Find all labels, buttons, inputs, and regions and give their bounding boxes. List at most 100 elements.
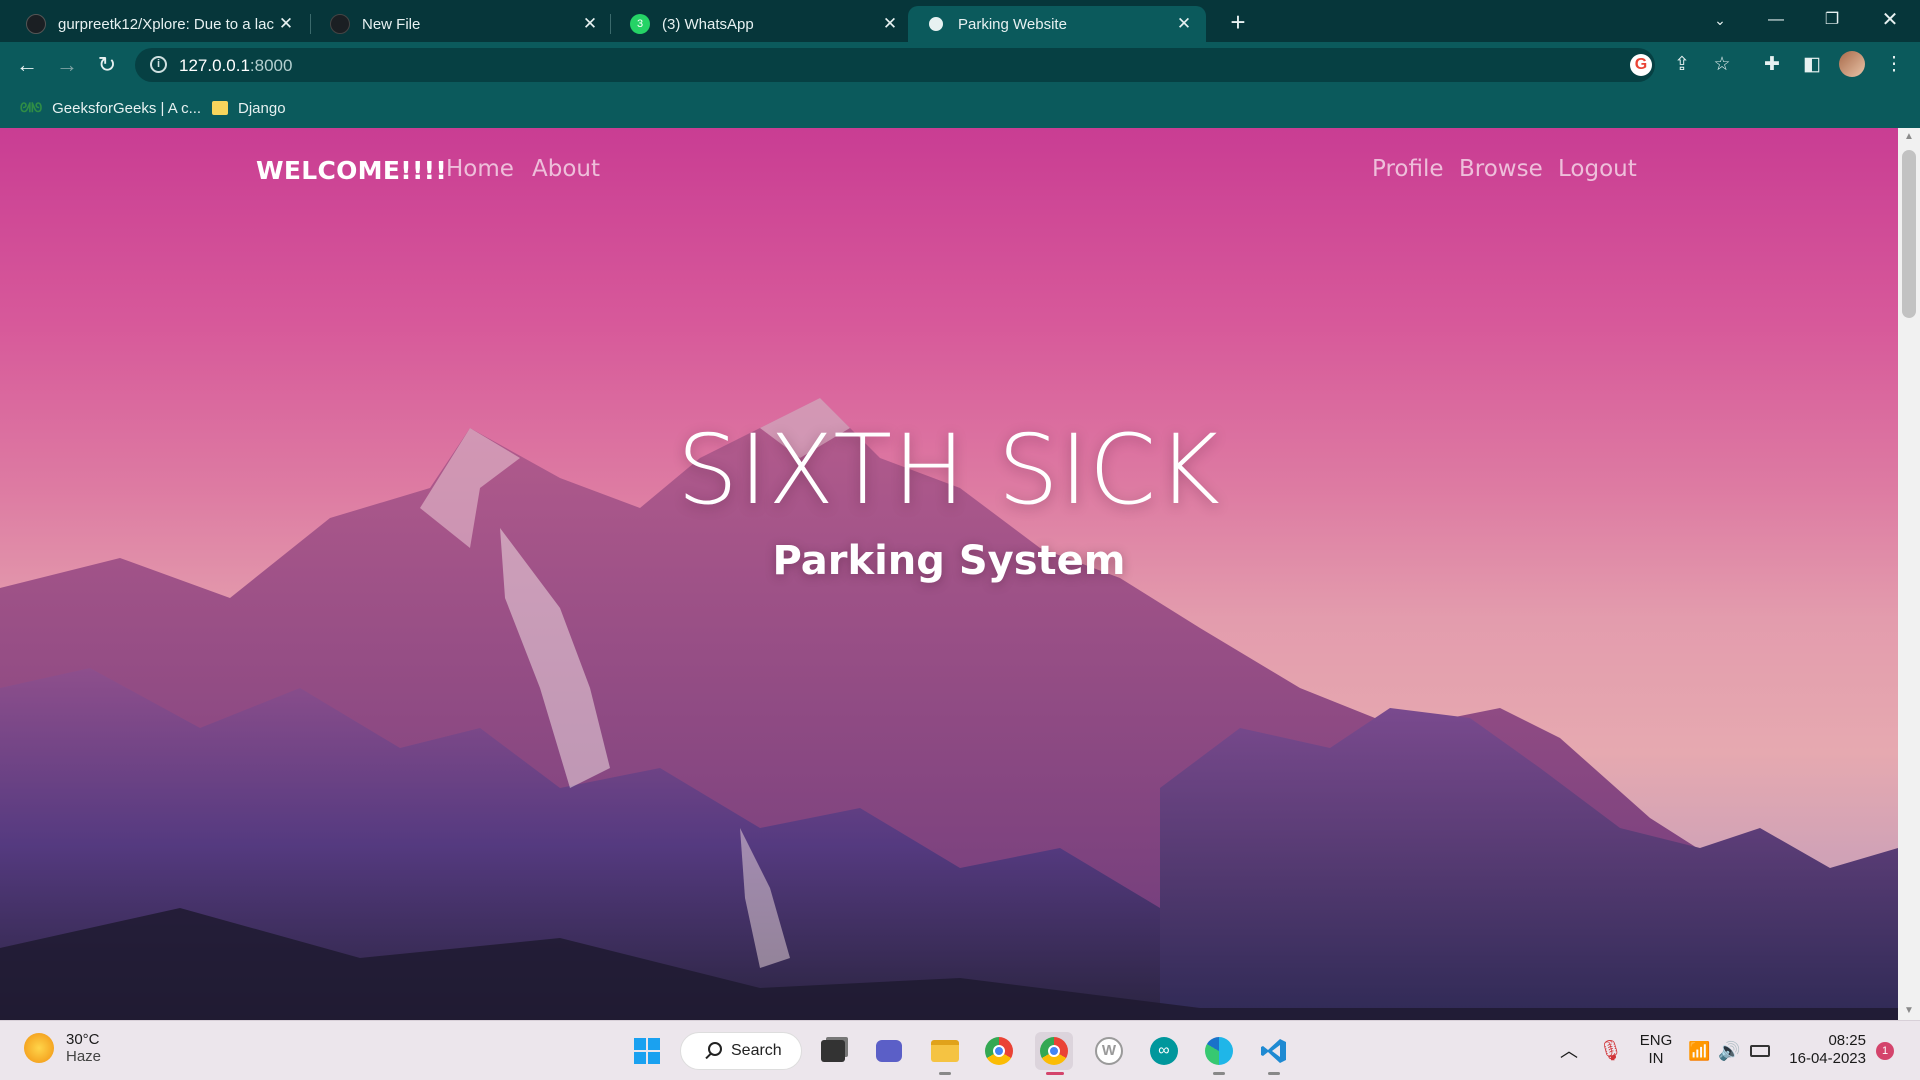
url-text: 127.0.0.1:8000 bbox=[179, 56, 292, 76]
hero-subtitle: Parking System bbox=[772, 538, 1126, 584]
wordpress-button[interactable]: W bbox=[1090, 1032, 1128, 1070]
running-indicator bbox=[1213, 1072, 1225, 1075]
bookmarks-bar: ᘛᘚ GeeksforGeeks | A c... Django bbox=[0, 88, 1920, 128]
new-tab-button[interactable]: + bbox=[1222, 6, 1254, 38]
edge-button[interactable] bbox=[1200, 1032, 1238, 1070]
folder-icon bbox=[212, 101, 228, 115]
vscode-button[interactable] bbox=[1255, 1032, 1293, 1070]
page-scrollbar[interactable]: ▲ ▼ bbox=[1898, 128, 1920, 1020]
close-icon[interactable]: ✕ bbox=[1174, 14, 1194, 34]
nav-link-home[interactable]: Home bbox=[446, 156, 514, 182]
folder-icon bbox=[931, 1040, 959, 1062]
chrome-button[interactable] bbox=[980, 1032, 1018, 1070]
vscode-icon bbox=[1261, 1039, 1286, 1063]
tab-title: Parking Website bbox=[958, 15, 1067, 33]
site-brand[interactable]: WELCOME!!!! bbox=[256, 156, 447, 185]
hero-title: SIXTH SICK bbox=[677, 414, 1221, 526]
nav-link-about[interactable]: About bbox=[532, 156, 600, 182]
back-icon[interactable]: ← bbox=[12, 50, 42, 80]
microphone-icon[interactable]: 🎙 bbox=[1598, 1021, 1623, 1080]
chrome-profile-button[interactable] bbox=[1035, 1032, 1073, 1070]
close-icon[interactable]: ✕ bbox=[580, 14, 600, 34]
google-lens-icon[interactable]: G bbox=[1630, 54, 1652, 76]
start-button[interactable] bbox=[628, 1032, 666, 1070]
teams-chat-button[interactable] bbox=[870, 1032, 908, 1070]
extensions-icon[interactable]: ✚ bbox=[1759, 52, 1785, 78]
scroll-down-arrow-icon[interactable]: ▼ bbox=[1898, 1002, 1920, 1020]
file-explorer-button[interactable] bbox=[926, 1032, 964, 1070]
bookmark-django[interactable]: Django bbox=[212, 97, 286, 119]
reload-icon[interactable]: ↻ bbox=[92, 50, 122, 80]
nav-link-profile[interactable]: Profile bbox=[1372, 156, 1444, 182]
nav-link-logout[interactable]: Logout bbox=[1558, 156, 1637, 182]
minimize-icon[interactable]: — bbox=[1748, 0, 1804, 40]
tab-divider bbox=[610, 14, 611, 34]
task-view-button[interactable] bbox=[814, 1032, 852, 1070]
search-label: Search bbox=[731, 1042, 782, 1059]
active-indicator bbox=[1046, 1072, 1064, 1075]
tab-title: (3) WhatsApp bbox=[662, 15, 754, 33]
nav-link-browse[interactable]: Browse bbox=[1459, 156, 1543, 182]
wifi-icon[interactable]: 📶 bbox=[1688, 1021, 1710, 1080]
page-viewport: WELCOME!!!! Home About Profile Browse Lo… bbox=[0, 128, 1898, 1020]
url-port: :8000 bbox=[249, 56, 293, 75]
clock[interactable]: 08:25 16-04-2023 bbox=[1786, 1021, 1866, 1080]
arduino-button[interactable]: ∞ bbox=[1145, 1032, 1183, 1070]
tab-whatsapp[interactable]: 3 (3) WhatsApp ✕ bbox=[612, 6, 912, 42]
running-indicator bbox=[1268, 1072, 1280, 1075]
chrome-icon bbox=[985, 1037, 1013, 1065]
site-info-icon[interactable]: i bbox=[150, 56, 167, 73]
scroll-up-arrow-icon[interactable]: ▲ bbox=[1898, 128, 1920, 146]
show-hidden-icons-chevron-icon[interactable]: ︿ bbox=[1560, 1021, 1578, 1080]
windows-taskbar: 30°C Haze Search W ∞ ︿ 🎙 ENG IN 📶 🔊 08:2… bbox=[0, 1020, 1920, 1080]
language-indicator[interactable]: ENG IN bbox=[1638, 1021, 1674, 1080]
region-code: IN bbox=[1648, 1050, 1664, 1067]
close-icon[interactable]: ✕ bbox=[276, 14, 296, 34]
weather-temperature: 30°C bbox=[66, 1031, 100, 1048]
edge-icon bbox=[1205, 1037, 1233, 1065]
site-navbar: WELCOME!!!! Home About Profile Browse Lo… bbox=[0, 128, 1898, 218]
bookmark-label: GeeksforGeeks | A c... bbox=[52, 99, 202, 117]
running-indicator bbox=[939, 1072, 951, 1075]
profile-avatar[interactable] bbox=[1839, 51, 1865, 77]
tab-github[interactable]: gurpreetk12/Xplore: Due to a lac ✕ bbox=[8, 6, 308, 42]
scroll-thumb[interactable] bbox=[1902, 150, 1916, 318]
browser-toolbar: ← → ↻ i 127.0.0.1:8000 G ⇪ ☆ ✚ ◧ ⋮ bbox=[0, 42, 1920, 88]
search-icon bbox=[708, 1042, 722, 1056]
weather-widget[interactable]: 30°C Haze bbox=[24, 1031, 101, 1065]
tab-new-file[interactable]: New File ✕ bbox=[312, 6, 612, 42]
window-close-icon[interactable]: ✕ bbox=[1862, 0, 1918, 40]
clock-time: 08:25 bbox=[1828, 1032, 1866, 1049]
tab-parking-website[interactable]: Parking Website ✕ bbox=[908, 6, 1206, 42]
github-icon bbox=[330, 14, 350, 34]
battery-icon[interactable] bbox=[1750, 1045, 1770, 1057]
menu-kebab-icon[interactable]: ⋮ bbox=[1881, 52, 1907, 78]
tab-title: gurpreetk12/Xplore: Due to a lac bbox=[58, 15, 274, 33]
tab-title: New File bbox=[362, 15, 421, 33]
share-icon[interactable]: ⇪ bbox=[1669, 52, 1695, 78]
bookmark-geeksforgeeks[interactable]: ᘛᘚ GeeksforGeeks | A c... bbox=[20, 97, 201, 119]
whatsapp-icon: 3 bbox=[630, 14, 650, 34]
volume-icon[interactable]: 🔊 bbox=[1718, 1021, 1740, 1080]
side-panel-icon[interactable]: ◧ bbox=[1799, 52, 1825, 78]
task-view-icon bbox=[821, 1040, 845, 1062]
taskbar-search[interactable]: Search bbox=[680, 1032, 802, 1070]
globe-icon bbox=[926, 14, 946, 34]
close-icon[interactable]: ✕ bbox=[880, 14, 900, 34]
clock-date: 16-04-2023 bbox=[1789, 1050, 1866, 1067]
chat-icon bbox=[876, 1040, 902, 1062]
wordpress-icon: W bbox=[1095, 1037, 1123, 1065]
sun-haze-icon bbox=[24, 1033, 54, 1063]
tab-divider bbox=[310, 14, 311, 34]
bookmark-star-icon[interactable]: ☆ bbox=[1709, 52, 1735, 78]
notification-badge[interactable]: 1 bbox=[1876, 1042, 1894, 1060]
tab-search-chevron-icon[interactable]: ⌄ bbox=[1692, 0, 1748, 40]
arduino-icon: ∞ bbox=[1150, 1037, 1178, 1065]
github-icon bbox=[26, 14, 46, 34]
forward-icon[interactable]: → bbox=[52, 50, 82, 80]
chrome-icon bbox=[1040, 1037, 1068, 1065]
weather-condition: Haze bbox=[66, 1048, 102, 1065]
address-bar[interactable]: i 127.0.0.1:8000 bbox=[135, 48, 1655, 82]
windows-logo-icon bbox=[634, 1038, 660, 1064]
restore-icon[interactable]: ❐ bbox=[1804, 0, 1860, 40]
